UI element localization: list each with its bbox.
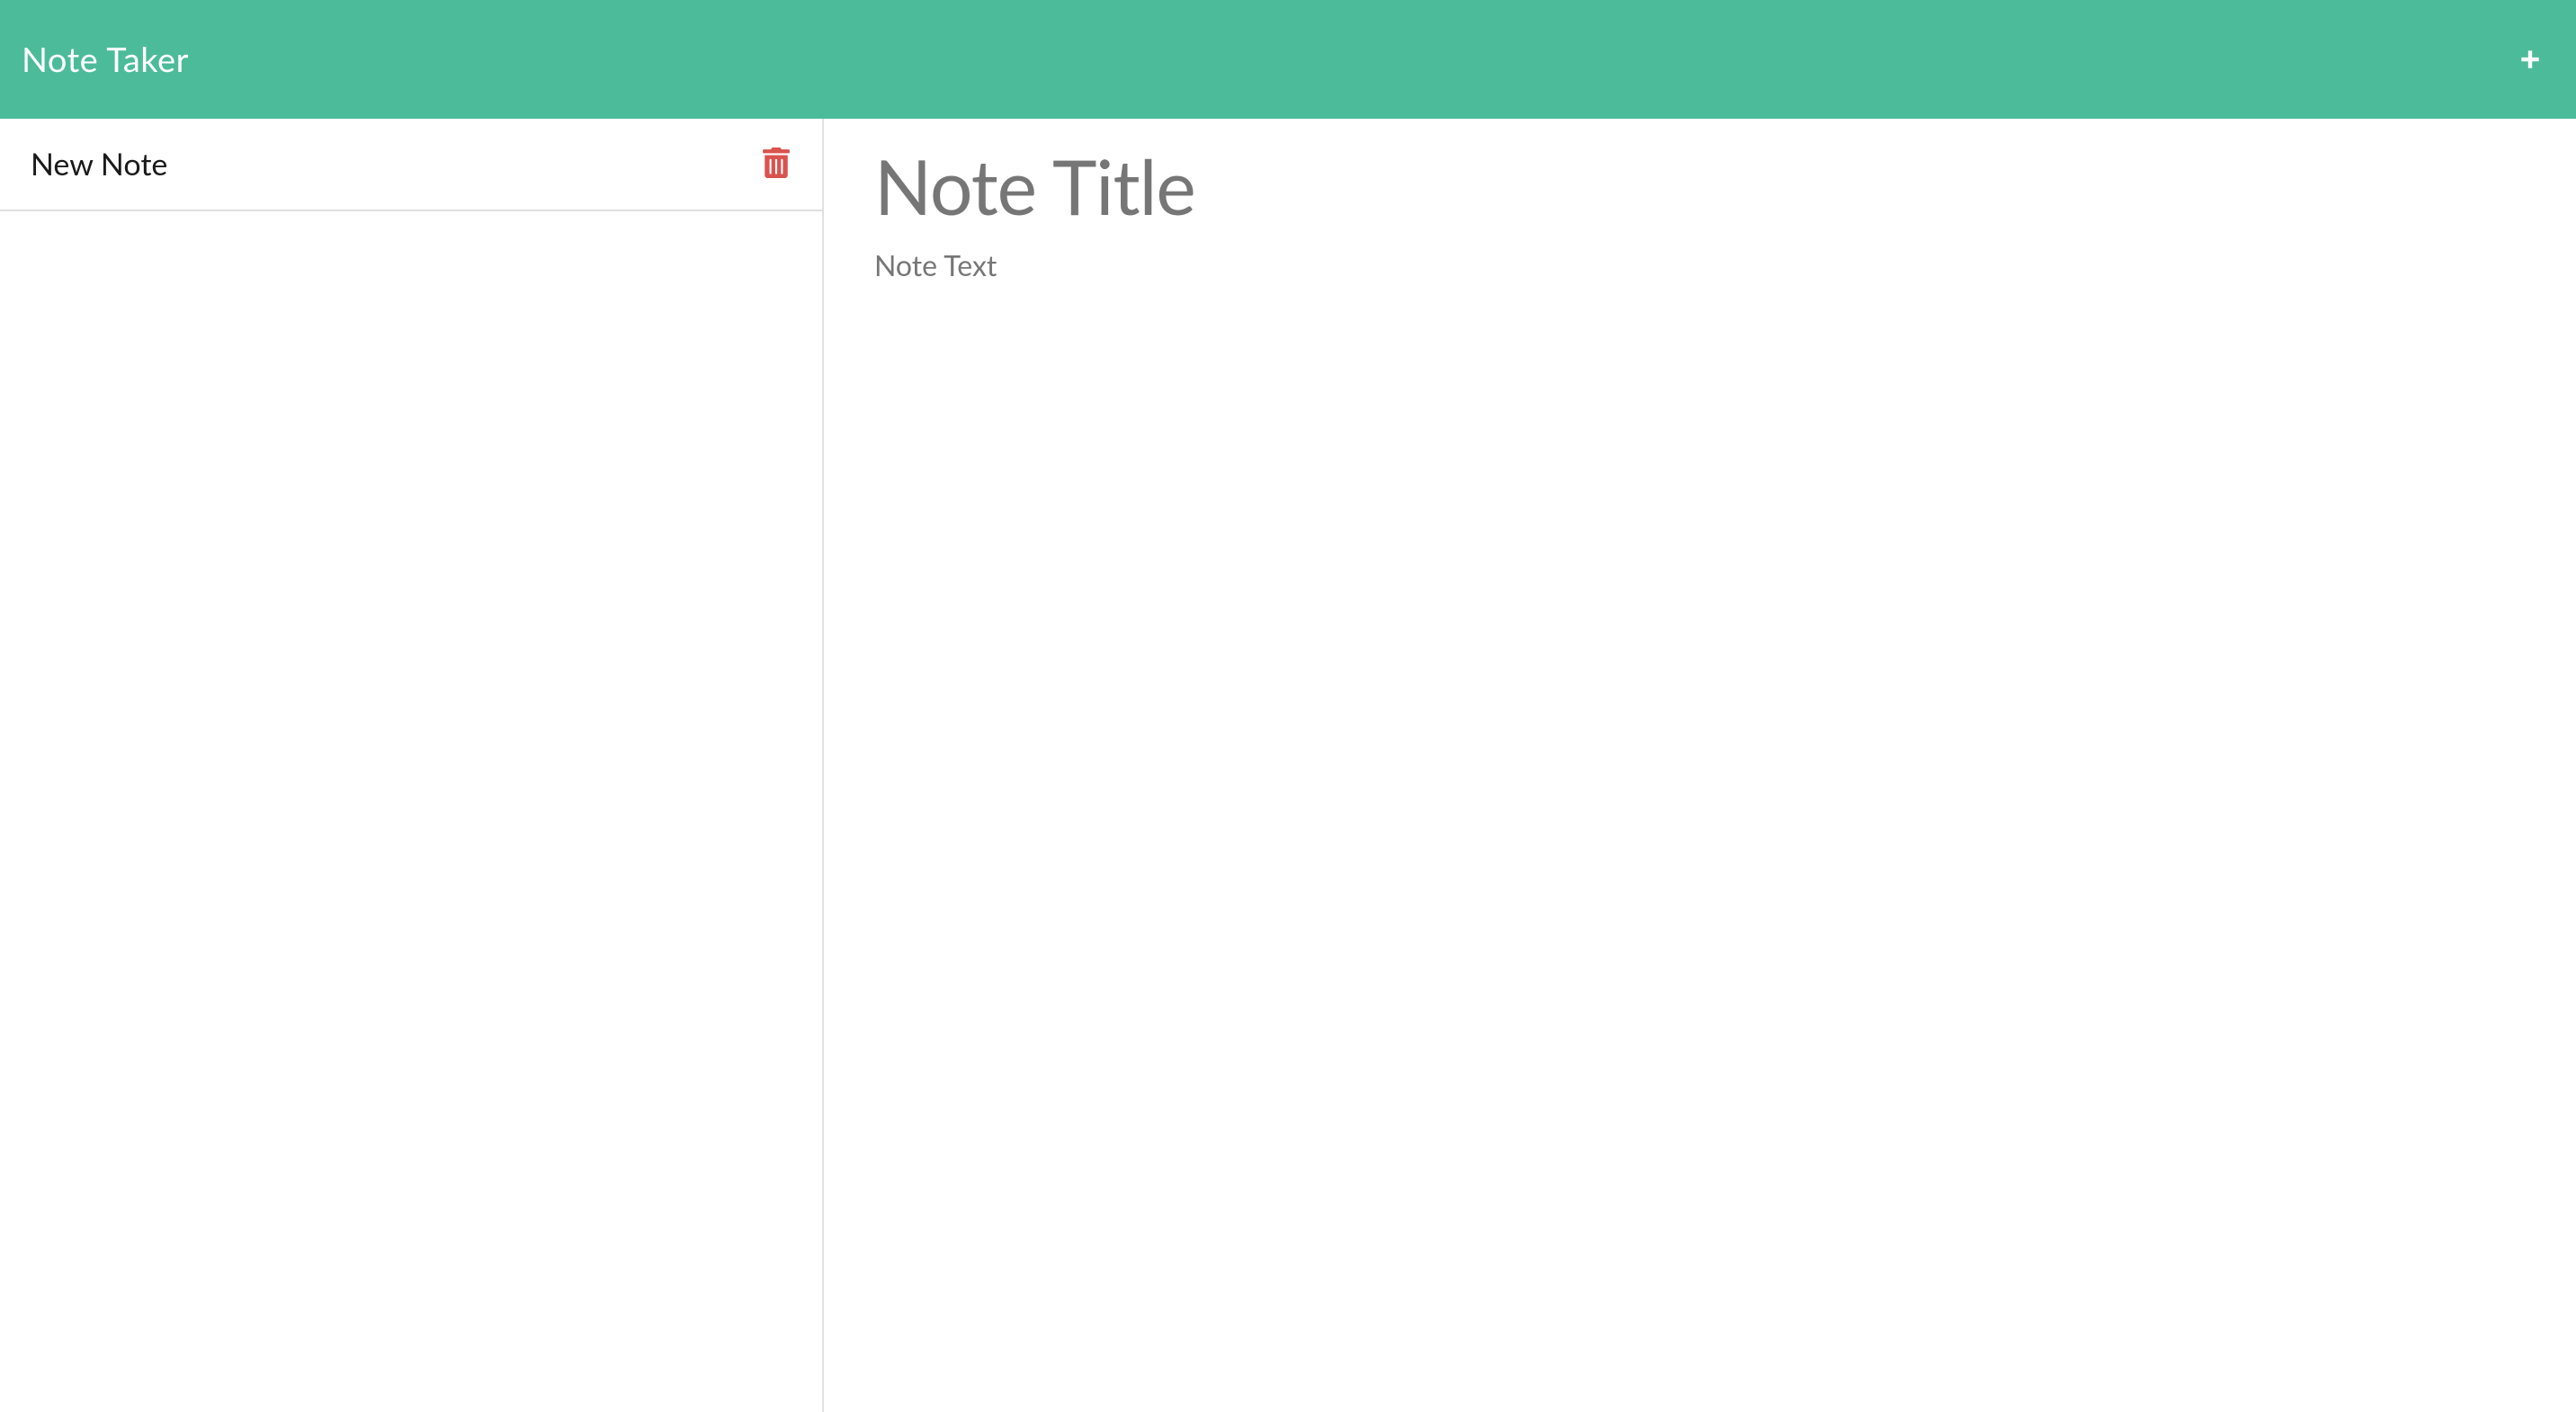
trash-icon	[763, 147, 790, 181]
app-header: Note Taker	[0, 0, 2576, 119]
main-container: New Note	[0, 119, 2576, 1412]
notes-sidebar: New Note	[0, 119, 824, 1412]
delete-note-button[interactable]	[759, 144, 793, 184]
note-list-item[interactable]: New Note	[0, 119, 822, 211]
add-note-button[interactable]	[2506, 38, 2554, 81]
note-text-input[interactable]	[874, 238, 2526, 1398]
note-title-input[interactable]	[874, 133, 2526, 238]
app-title: Note Taker	[22, 39, 189, 80]
note-editor	[824, 119, 2576, 1412]
note-list-item-title: New Note	[31, 146, 167, 183]
plus-icon	[2517, 38, 2544, 81]
